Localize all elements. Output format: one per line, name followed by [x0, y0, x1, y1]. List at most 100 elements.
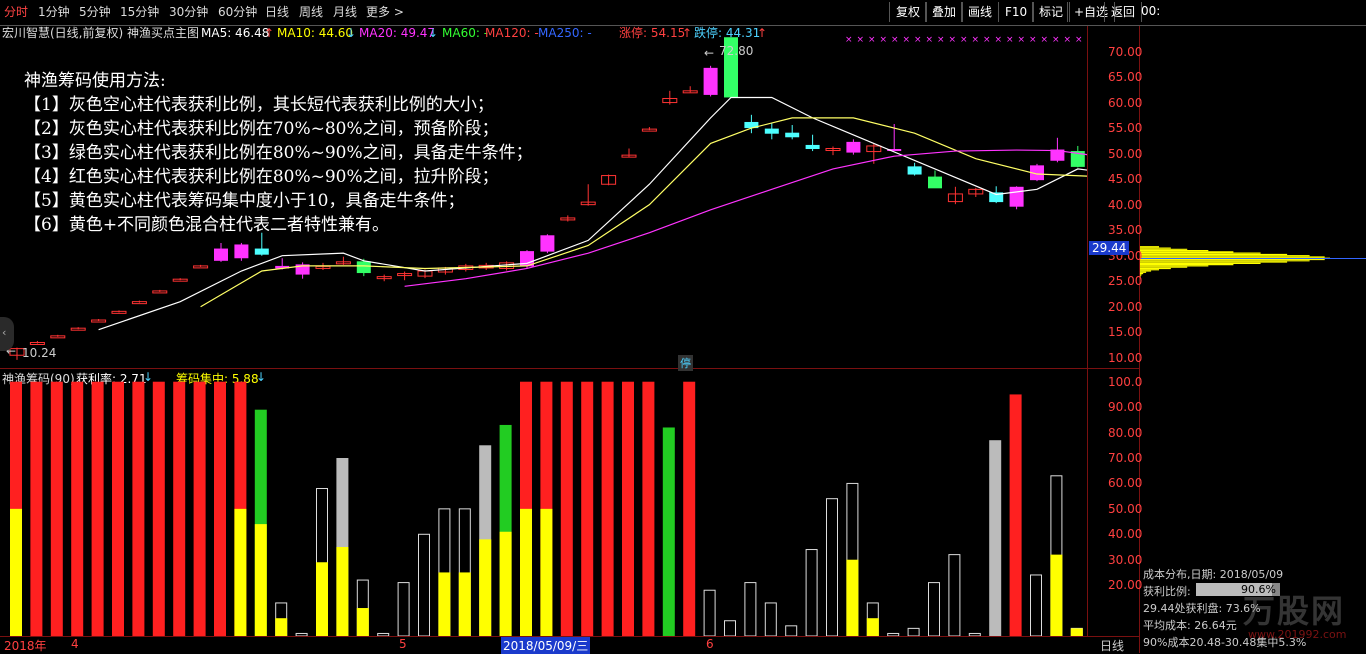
price-tick-11: 15.00 [1108, 325, 1143, 340]
chip-bar [152, 381, 165, 636]
indicator-tick-4: 60.00 [1108, 476, 1143, 491]
chip-bar [907, 627, 920, 636]
toolbar-button-4[interactable]: 标记 [1032, 2, 1071, 22]
chip-bar [193, 381, 206, 636]
candle [254, 248, 269, 255]
chip-bar [703, 589, 716, 636]
candle [764, 128, 779, 134]
indicator-tick-1: 90.00 [1108, 400, 1143, 415]
price-tick-4: 50.00 [1108, 146, 1143, 161]
marker-x: × [995, 35, 1003, 45]
candle [234, 244, 249, 259]
period-tab-4[interactable]: 30分钟 [169, 3, 208, 21]
period-label: 日线 [1100, 639, 1125, 653]
concentration-bar [1070, 628, 1083, 636]
chip-bar [642, 381, 655, 636]
chip-bar [560, 381, 573, 636]
price-tick-6: 40.00 [1108, 197, 1143, 212]
concentration-bar [458, 572, 471, 636]
candle [214, 248, 228, 261]
marker-x: × [1075, 35, 1083, 45]
chip-bar [397, 582, 410, 636]
period-tab-7[interactable]: 周线 [299, 3, 323, 21]
instruction-line-1: 【1】灰色空心柱代表获利比例，其长短代表获利比例的大小； [24, 95, 494, 115]
marker-x: × [845, 35, 853, 45]
marker-x: × [1052, 35, 1060, 45]
toolbar-button-2[interactable]: 画线 [961, 2, 1000, 22]
period-tab-5[interactable]: 60分钟 [218, 3, 257, 21]
collapse-handle[interactable]: ‹ [0, 317, 14, 351]
concentration-bar [540, 508, 553, 636]
price-tick-1: 65.00 [1108, 70, 1143, 85]
concentration-bar [520, 508, 532, 636]
toolbar-button-0[interactable]: 复权 [889, 2, 928, 22]
indicator-tick-6: 40.00 [1108, 527, 1143, 542]
indicator-tick-0: 100.0 [1108, 374, 1143, 389]
marker-x: × [983, 35, 991, 45]
indicator-tick-2: 80.00 [1108, 425, 1143, 440]
price-tick-3: 55.00 [1108, 121, 1143, 136]
marker-x: × [1087, 35, 1088, 45]
period-tab-8[interactable]: 月线 [333, 3, 357, 21]
indicator-tick-8: 20.00 [1108, 578, 1143, 593]
marker-x: × [972, 35, 980, 45]
toolbar-button-1[interactable]: 叠加 [925, 2, 964, 22]
marker-x: × [1029, 35, 1037, 45]
chevron-left-icon: ‹ [2, 326, 7, 339]
marker-x: × [1006, 35, 1014, 45]
chip-bar [805, 549, 818, 636]
instruction-line-5: 【5】黄色实心柱代表筹码集中度小于10，具备走牛条件； [24, 191, 465, 211]
period-toolbar: 分时 1分钟 5分钟 15分钟 30分钟 60分钟 日线 周线 月线 更多 > 复权 叠加 画线 F10… [0, 0, 1366, 26]
marker-x: × [960, 35, 968, 45]
candle [846, 141, 861, 153]
price-tick-10: 20.00 [1108, 299, 1143, 314]
period-tab-3[interactable]: 15分钟 [120, 3, 159, 21]
chip-bar [295, 632, 308, 636]
candle [356, 261, 371, 274]
concentration-bar [316, 562, 328, 636]
concentration-bar [499, 531, 512, 636]
chip-bar [581, 381, 594, 636]
period-tab-2[interactable]: 5分钟 [79, 3, 111, 21]
instruction-line-0: 神渔筹码使用方法: [24, 71, 166, 91]
chip-bar [112, 381, 124, 636]
chip-indicator-chart[interactable] [0, 369, 1087, 636]
marker-x: × [937, 35, 945, 45]
candle [805, 144, 820, 150]
period-tab-6[interactable]: 日线 [265, 3, 289, 21]
concentration-bar [356, 608, 369, 636]
concentration-bar [846, 559, 859, 636]
watermark-logo: 万股网 [1243, 592, 1346, 630]
period-tab-0[interactable]: 分时 [4, 3, 28, 21]
concentration-bar [254, 524, 267, 636]
candle [785, 132, 800, 138]
chip-bar [764, 602, 777, 636]
period-tab-9[interactable]: 更多 > [366, 3, 404, 21]
clock-text: 00: [1141, 4, 1161, 18]
cursor-date-label: 2018/05/09/三 [501, 637, 591, 654]
marker-x: × [1018, 35, 1026, 45]
price-tick-7: 35.00 [1108, 223, 1143, 238]
price-tick-9: 25.00 [1108, 274, 1143, 289]
chip-bar [214, 381, 226, 636]
marker-x: × [914, 35, 922, 45]
chip-bar [785, 625, 798, 636]
indicator-tick-3: 70.00 [1108, 451, 1143, 465]
chip-bar [744, 582, 757, 636]
marker-x: × [868, 35, 876, 45]
price-tick-12: 10.00 [1108, 350, 1143, 365]
candle [907, 166, 922, 175]
chip-bar [724, 620, 736, 636]
chip-bar [50, 381, 63, 636]
period-tab-1[interactable]: 1分钟 [38, 3, 70, 21]
chip-bar [377, 632, 390, 636]
indicator-tick-5: 50.00 [1108, 501, 1143, 516]
time-label-month-4: 4 [71, 637, 79, 651]
concentration-bar [275, 618, 288, 636]
toolbar-button-6[interactable]: 返回 [1104, 2, 1143, 22]
concentration-bar [438, 572, 451, 636]
toolbar-button-3[interactable]: F10 [998, 2, 1035, 22]
marker-x: × [1064, 35, 1072, 45]
concentration-bar [866, 618, 879, 636]
chip-bar [662, 427, 675, 636]
